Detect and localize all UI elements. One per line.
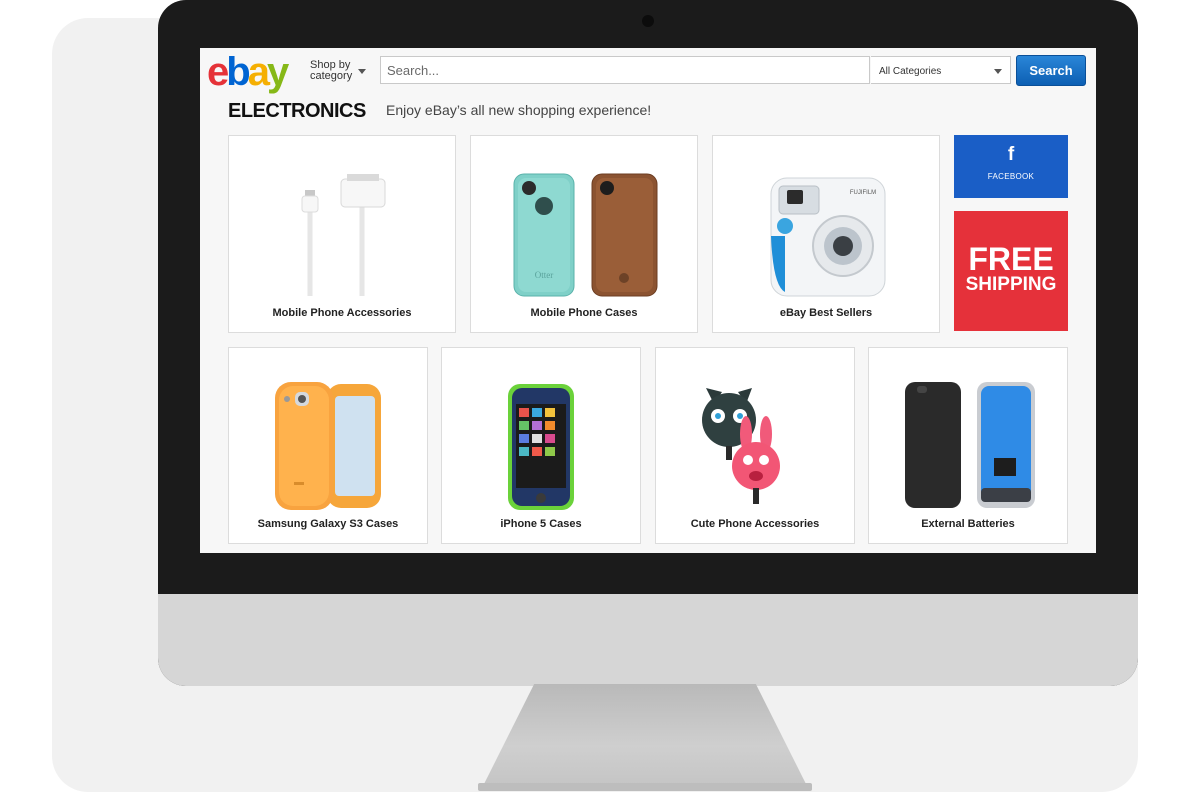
tile-samsung-galaxy-s3-cases[interactable]: Samsung Galaxy S3 Cases	[228, 347, 428, 544]
tile-ebay-best-sellers[interactable]: FUJIFILM eBay Best Sellers	[712, 135, 940, 333]
cute-accessories-image	[702, 388, 780, 504]
ebay-logo[interactable]: ebay	[207, 50, 289, 94]
tile-label: Mobile Phone Cases	[530, 307, 638, 319]
tile-iphone-5-cases[interactable]: iPhone 5 Cases	[441, 347, 641, 544]
tile-label: eBay Best Sellers	[779, 307, 873, 319]
page-title: ELECTRONICS	[228, 100, 366, 122]
category-label: category	[310, 70, 353, 82]
iphone-case-image	[508, 384, 574, 510]
caret-down-icon	[994, 69, 1002, 74]
category-select[interactable]: All Categories	[871, 56, 1011, 84]
logo-letter-b: b	[226, 50, 251, 94]
free-shipping-line2: SHIPPING	[965, 274, 1057, 295]
browser-screen: ebay Shop by category All Categories Sea…	[200, 48, 1096, 553]
category-select-value: All Categories	[879, 66, 942, 77]
tile-mobile-phone-accessories[interactable]: Mobile Phone Accessories	[228, 135, 456, 333]
tile-label: Samsung Galaxy S3 Cases	[257, 518, 399, 530]
phone-cases-image: Otter	[513, 173, 658, 297]
galaxy-cases-image	[275, 382, 381, 510]
svg-text:Otter: Otter	[535, 270, 554, 280]
tile-mobile-phone-cases[interactable]: Otter Mobile Phone Cases	[470, 135, 698, 333]
logo-letter-e: e	[207, 50, 229, 94]
page-tagline: Enjoy eBay’s all new shopping experience…	[386, 102, 652, 118]
instant-camera-image: FUJIFILM	[770, 177, 886, 297]
tile-label: External Batteries	[921, 518, 1015, 530]
shop-by-category-menu[interactable]: Shop by category	[310, 60, 366, 82]
monitor-stand	[482, 684, 808, 788]
svg-text:FUJIFILM: FUJIFILM	[850, 190, 876, 196]
logo-letter-a: a	[247, 50, 270, 94]
monitor-stand-base	[478, 783, 812, 791]
search-button[interactable]: Search	[1016, 55, 1086, 86]
logo-letter-y: y	[266, 50, 289, 94]
battery-cases-image	[905, 382, 1035, 508]
tile-external-batteries[interactable]: External Batteries	[868, 347, 1068, 544]
search-input[interactable]	[380, 56, 870, 84]
tile-label: iPhone 5 Cases	[500, 518, 582, 530]
webcam	[642, 15, 654, 27]
free-shipping-line1: FREE	[968, 241, 1054, 277]
tile-cute-phone-accessories[interactable]: Cute Phone Accessories	[655, 347, 855, 544]
monitor-chin	[158, 594, 1138, 686]
tile-label: Cute Phone Accessories	[690, 518, 820, 530]
tile-label: Mobile Phone Accessories	[272, 307, 412, 319]
facebook-icon: f	[1007, 144, 1015, 165]
free-shipping-tile[interactable]: FREE SHIPPING	[954, 211, 1068, 331]
facebook-label: FACEBOOK	[987, 172, 1035, 181]
facebook-tile[interactable]: f FACEBOOK	[954, 135, 1068, 198]
caret-down-icon	[358, 69, 366, 74]
lightning-cable-image	[301, 174, 386, 296]
